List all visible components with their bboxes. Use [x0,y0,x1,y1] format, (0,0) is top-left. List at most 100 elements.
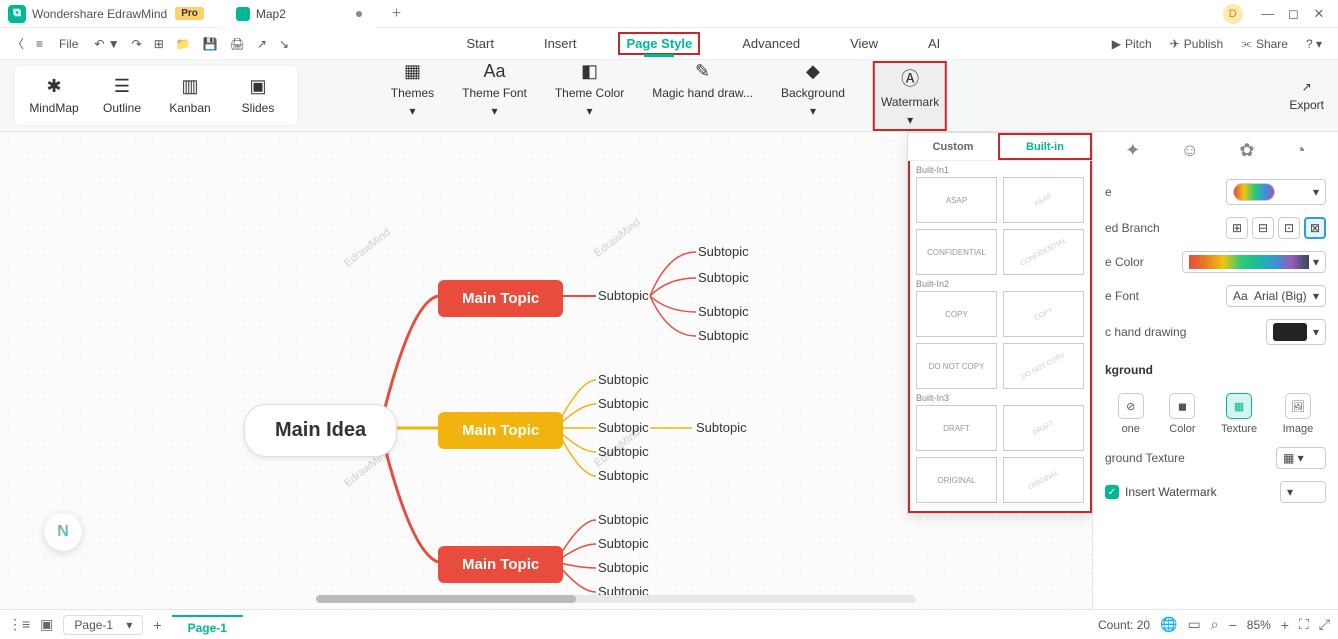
subtopic-node[interactable]: Subtopic [598,420,649,435]
thumbnail-icon[interactable]: ▭ [1188,616,1201,633]
subtopic-node[interactable]: Subtopic [698,328,749,343]
canvas[interactable]: EdrawMind EdrawMind EdrawMind EdrawMind … [0,132,1092,609]
watermark-preset[interactable]: ASAP [916,177,997,223]
branch-style[interactable]: ⊞ [1226,217,1248,239]
smiley-icon[interactable]: ☺ [1181,140,1199,161]
outline-toggle-icon[interactable]: ⋮≡ [8,616,30,633]
watermark-button[interactable]: ⒶWatermark▾ [873,61,947,131]
theme-color-button[interactable]: ◧Theme Color▾ [555,61,624,131]
subtopic-node[interactable]: Subtopic [598,560,649,575]
flower-icon[interactable]: ✿ [1239,140,1254,161]
watermark-tab-custom[interactable]: Custom [908,133,998,160]
zoom-in-button[interactable]: + [1281,617,1289,633]
globe-icon[interactable]: 🌐 [1160,616,1177,633]
subtopic-node[interactable]: Subtopic [598,396,649,411]
document-tab[interactable]: Map2 [222,0,376,28]
tab-page-style[interactable]: Page Style [618,32,700,55]
minimize-button[interactable]: — [1257,6,1279,21]
zoom-out-button[interactable]: − [1229,617,1237,633]
theme-preset-select[interactable]: ▾ [1226,179,1326,205]
maximize-button[interactable]: ◻ [1282,6,1304,22]
topic-node[interactable]: Main Topic [438,412,563,449]
menu-button[interactable]: ≡ [30,37,49,51]
view-mindmap[interactable]: ✱MindMap [20,72,88,119]
topic-node[interactable]: Main Topic [438,546,563,583]
import-button[interactable]: ↘ [273,37,295,51]
branch-style[interactable]: ⊟ [1252,217,1274,239]
theme-font-button[interactable]: AaTheme Font▾ [462,61,527,131]
subtopic-node[interactable]: Subtopic [598,536,649,551]
add-tab-button[interactable]: + [392,5,401,23]
view-kanban[interactable]: ▥Kanban [156,72,224,119]
bg-image[interactable]: 🖼Image [1283,393,1314,435]
avatar[interactable]: D [1223,4,1243,24]
ai-fab[interactable]: N [44,513,82,551]
tab-view[interactable]: View [842,32,886,55]
background-button[interactable]: ◆Background▾ [781,61,845,131]
watermark-preset[interactable]: DRAFT [1003,405,1084,451]
publish-button[interactable]: ✈ Publish [1170,37,1223,51]
new-button[interactable]: ⊞ [148,37,170,51]
view-slides[interactable]: ▣Slides [224,72,292,119]
undo-button[interactable]: ↶ ▼ [88,37,125,51]
view-outline[interactable]: ☰Outline [88,72,156,119]
watermark-preset[interactable]: CONFIDENTIAL [916,229,997,275]
scrollbar-thumb[interactable] [316,595,576,603]
tab-insert[interactable]: Insert [536,32,585,55]
watermark-preset[interactable]: ORIGINAL [916,457,997,503]
page-selector[interactable]: Page-1 ▾ [63,615,143,635]
help-button[interactable]: ? ▾ [1306,37,1322,51]
bg-color[interactable]: ◼Color [1169,393,1195,435]
subtopic-node[interactable]: Subtopic [598,512,649,527]
watermark-preset[interactable]: DO NOT COPY [1003,343,1084,389]
hand-draw-button[interactable]: ✎Magic hand draw... [652,61,753,131]
close-button[interactable]: ✕ [1308,6,1330,22]
watermark-tab-builtin[interactable]: Built-in [998,133,1092,160]
subtopic-node[interactable]: Subtopic [698,304,749,319]
watermark-preset[interactable]: DO NOT COPY [916,343,997,389]
watermark-select[interactable]: ▾ [1280,481,1326,503]
add-page-button[interactable]: + [153,617,161,633]
tab-ai[interactable]: AI [920,32,948,55]
texture-select[interactable]: ▦ ▾ [1276,447,1326,469]
watermark-preset[interactable]: COPY [1003,291,1084,337]
horizontal-scrollbar[interactable] [316,595,916,603]
clock-icon[interactable]: ◔ [1295,140,1306,161]
tab-start[interactable]: Start [458,32,501,55]
redo-button[interactable]: ↷ [126,37,148,51]
bg-texture[interactable]: ▦Texture [1221,393,1257,435]
insert-watermark-checkbox[interactable]: ✓ Insert Watermark [1105,485,1217,499]
hand-color-select[interactable]: ▾ [1266,319,1326,345]
themes-button[interactable]: ▦Themes▾ [391,61,434,131]
page-tab[interactable]: Page-1 [172,615,243,635]
subtopic-node[interactable]: Subtopic [598,468,649,483]
subtopic-node[interactable]: Subtopic [598,288,649,303]
presenter-icon[interactable]: ⌕ [1211,616,1219,633]
bg-none[interactable]: ⊘one [1118,393,1144,435]
branch-style[interactable]: ⊠ [1304,217,1326,239]
sparkle-icon[interactable]: ✦ [1125,140,1140,161]
pitch-button[interactable]: ▶ Pitch [1112,37,1152,51]
print-button[interactable]: 🖨 [224,37,251,51]
layers-icon[interactable]: ▣ [40,616,53,633]
watermark-preset[interactable]: CONFIDENTIAL [1003,229,1084,275]
open-button[interactable]: 📁 [170,37,197,51]
subtopic-node[interactable]: Subtopic [698,270,749,285]
save-button[interactable]: 💾 [197,37,224,51]
central-node[interactable]: Main Idea [244,404,397,457]
subtopic-node[interactable]: Subtopic [696,420,747,435]
export-button[interactable]: ↗Export [1289,80,1324,112]
fullscreen-icon[interactable]: ⛶ [1299,616,1309,633]
share-button[interactable]: ⫘ Share [1241,36,1288,51]
watermark-preset[interactable]: COPY [916,291,997,337]
watermark-preset[interactable]: ASAP [1003,177,1084,223]
fit-icon[interactable]: ⤢ [1319,616,1330,633]
subtopic-node[interactable]: Subtopic [598,444,649,459]
watermark-preset[interactable]: ORIGINAL [1003,457,1084,503]
file-menu[interactable]: File [59,37,78,51]
watermark-preset[interactable]: DRAFT [916,405,997,451]
theme-color-select[interactable]: ▾ [1182,251,1326,273]
font-select[interactable]: Aa Arial (Big) ▾ [1226,285,1326,307]
subtopic-node[interactable]: Subtopic [598,372,649,387]
back-button[interactable]: 〈 [6,35,30,52]
